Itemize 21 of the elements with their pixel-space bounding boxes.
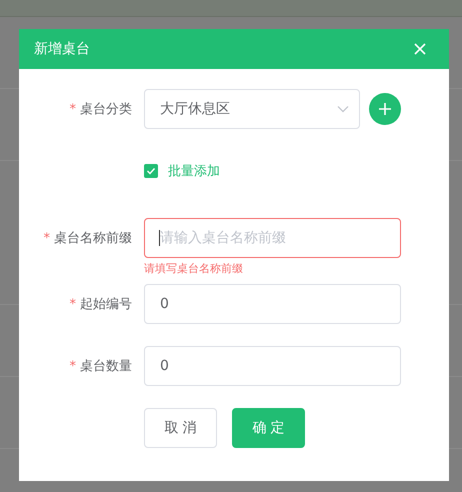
required-mark: *	[70, 296, 76, 312]
required-mark: *	[44, 230, 50, 246]
required-mark: *	[70, 358, 76, 374]
check-icon	[146, 167, 156, 175]
error-message: 请填写桌台名称前缀	[144, 262, 244, 277]
required-mark: *	[70, 102, 76, 116]
select-value: 大厅休息区	[160, 100, 230, 118]
input-field[interactable]: 0	[144, 346, 401, 386]
input-field[interactable]: 0	[144, 284, 401, 324]
field-label: 起始编号	[80, 296, 132, 313]
cancel-button[interactable]: 取 消	[144, 408, 217, 448]
input-field[interactable]: 请输入桌台名称前缀	[144, 218, 401, 258]
field-label: 桌台数量	[80, 358, 132, 375]
category-select[interactable]: 大厅休息区	[144, 89, 360, 129]
add-button[interactable]	[369, 93, 401, 125]
dialog-title: 新增桌台	[34, 40, 90, 58]
checkbox[interactable]	[144, 164, 158, 178]
close-icon[interactable]	[413, 42, 427, 56]
field-label: 桌台名称前缀	[54, 230, 132, 247]
field-label: 桌台分类	[80, 101, 132, 118]
caret-icon	[337, 105, 349, 113]
